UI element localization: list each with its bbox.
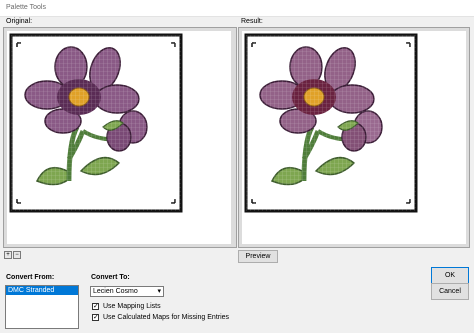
result-label: Result: xyxy=(241,18,263,25)
chevron-down-icon: ▾ xyxy=(157,288,161,295)
convert-to-select[interactable]: Lecien Cosmo ▾ xyxy=(90,286,164,297)
zoom-out-icon[interactable]: − xyxy=(13,251,21,259)
result-image xyxy=(242,31,466,244)
use-calculated-maps-checkbox[interactable] xyxy=(92,313,99,321)
original-label: Original: xyxy=(6,18,33,25)
conversion-options: Convert From: DMC Stranded Cotton Conver… xyxy=(0,266,474,333)
original-image xyxy=(7,31,231,244)
convert-from-list[interactable]: DMC Stranded Cotton xyxy=(5,285,79,329)
original-flower-pattern xyxy=(9,33,183,213)
result-panel xyxy=(238,27,470,248)
convert-to-label: Convert To: xyxy=(91,274,130,281)
cancel-button[interactable]: Cancel xyxy=(431,283,469,300)
list-item[interactable]: DMC Stranded Cotton xyxy=(6,286,78,303)
window-title: Palette Tools xyxy=(6,4,46,11)
use-calculated-maps-label: Use Calculated Maps for Missing Entries xyxy=(103,314,230,321)
preview-button[interactable]: Preview xyxy=(238,250,278,263)
ok-button[interactable]: OK xyxy=(431,267,469,284)
result-flower-pattern xyxy=(244,33,418,213)
convert-to-value: Lecien Cosmo xyxy=(93,288,138,295)
title-bar: Palette Tools xyxy=(0,0,474,17)
use-mapping-lists-label: Use Mapping Lists xyxy=(103,303,161,310)
original-panel xyxy=(3,27,237,248)
zoom-in-icon[interactable]: + xyxy=(4,251,12,259)
use-mapping-lists-checkbox[interactable] xyxy=(92,302,99,310)
convert-from-label: Convert From: xyxy=(6,274,55,281)
